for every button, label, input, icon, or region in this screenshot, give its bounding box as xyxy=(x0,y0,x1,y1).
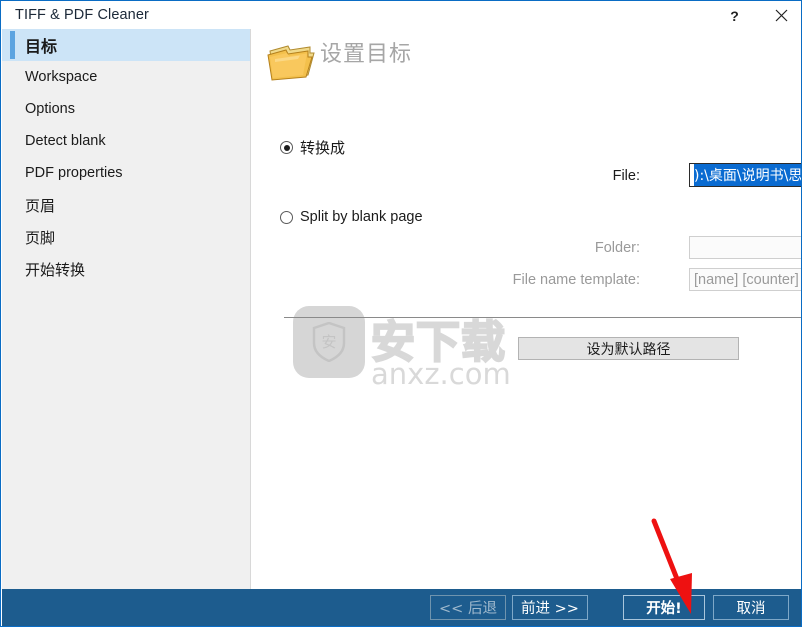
file-input-value: ):\桌面\说明书\思迅天店 店铺管理系统.pdf xyxy=(694,164,801,186)
set-default-path-button[interactable]: 设为默认路径 xyxy=(518,337,739,360)
radio-convert-label: 转换成 xyxy=(300,140,346,157)
sidebar-item-label: PDF properties xyxy=(25,165,123,181)
shield-icon: 安 xyxy=(312,322,346,362)
sidebar-item-header[interactable]: 页眉 xyxy=(2,189,250,221)
page-header: 设置目标 xyxy=(252,29,801,99)
title-bar: TIFF & PDF Cleaner ? xyxy=(2,2,801,29)
page-title: 设置目标 xyxy=(320,42,413,67)
content-pane: 设置目标 转换成 File: ):\桌面\说明书\思迅天店 店铺管理系统.pdf… xyxy=(252,29,801,589)
radio-selected-icon xyxy=(280,141,293,154)
sidebar-item-options[interactable]: Options xyxy=(2,93,250,125)
sidebar-item-target[interactable]: 目标 xyxy=(2,29,250,61)
sidebar-item-workspace[interactable]: Workspace xyxy=(2,61,250,93)
divider xyxy=(284,317,801,318)
app-window: TIFF & PDF Cleaner ? 目标 Workspace Option… xyxy=(0,0,802,627)
watermark-domain: anxz.com xyxy=(371,357,511,391)
help-button[interactable]: ? xyxy=(717,2,752,29)
folder-label: Folder: xyxy=(594,240,640,256)
file-label: File: xyxy=(612,168,640,184)
help-icon: ? xyxy=(730,7,739,24)
file-input[interactable]: ):\桌面\说明书\思迅天店 店铺管理系统.pdf xyxy=(689,163,801,187)
sidebar-item-label: Detect blank xyxy=(25,133,106,149)
svg-text:安: 安 xyxy=(321,333,336,351)
sidebar: 目标 Workspace Options Detect blank PDF pr… xyxy=(2,29,251,589)
close-icon xyxy=(775,9,788,22)
radio-unselected-icon xyxy=(280,210,293,224)
sidebar-item-label: 目标 xyxy=(25,39,58,56)
sidebar-item-start-conversion[interactable]: 开始转换 xyxy=(2,253,250,285)
footer-bar: << 后退 前进 >> 开始! 取消 xyxy=(2,589,801,626)
folder-input[interactable] xyxy=(689,236,801,259)
sidebar-item-pdf-properties[interactable]: PDF properties xyxy=(2,157,250,189)
sidebar-item-footer[interactable]: 页脚 xyxy=(2,221,250,253)
cancel-button[interactable]: 取消 xyxy=(713,595,789,620)
sidebar-item-label: 页眉 xyxy=(25,197,56,215)
sidebar-item-label: 页脚 xyxy=(25,229,56,247)
window-title: TIFF & PDF Cleaner xyxy=(15,7,149,23)
back-button[interactable]: << 后退 xyxy=(430,595,506,620)
next-button[interactable]: 前进 >> xyxy=(512,595,588,620)
file-name-template-wrap: [name] [counter] xyxy=(689,268,801,291)
radio-split-by-blank-page[interactable]: Split by blank page xyxy=(280,209,423,225)
folder-icon xyxy=(266,35,318,85)
file-name-template-label: File name template: xyxy=(512,272,640,288)
start-button[interactable]: 开始! xyxy=(623,595,705,620)
file-name-template-placeholder: [name] [counter] xyxy=(694,271,799,288)
radio-split-label: Split by blank page xyxy=(300,209,423,225)
file-name-template-input[interactable]: [name] [counter] xyxy=(689,268,801,291)
sidebar-item-label: Options xyxy=(25,101,75,117)
watermark-text: 安下载 xyxy=(370,316,506,369)
folder-field-wrap: ... xyxy=(689,236,801,259)
radio-convert-to[interactable]: 转换成 xyxy=(280,137,345,158)
file-field-wrap: ):\桌面\说明书\思迅天店 店铺管理系统.pdf ... xyxy=(689,163,801,187)
sidebar-item-detect-blank[interactable]: Detect blank xyxy=(2,125,250,157)
sidebar-item-label: 开始转换 xyxy=(25,261,86,279)
sidebar-item-label: Workspace xyxy=(25,69,98,85)
close-button[interactable] xyxy=(764,2,799,29)
